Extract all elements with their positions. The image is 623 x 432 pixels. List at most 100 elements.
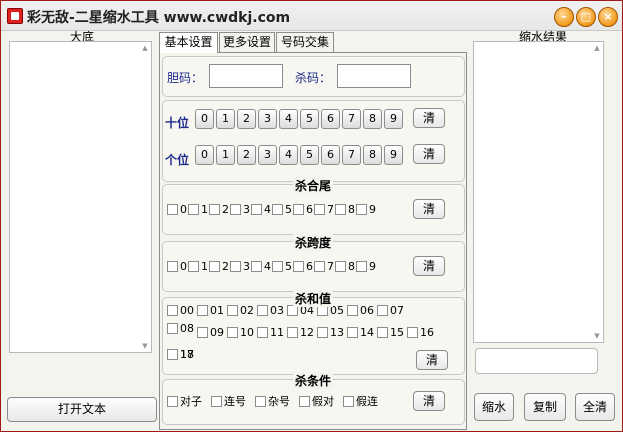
checkbox-box[interactable] bbox=[230, 261, 241, 272]
digit-button[interactable]: 4 bbox=[279, 109, 298, 129]
sum-option-checkbox[interactable]: 12 bbox=[287, 326, 314, 339]
digit-button[interactable]: 7 bbox=[342, 145, 361, 165]
sha-input[interactable] bbox=[337, 64, 411, 88]
option-checkbox[interactable]: 5 bbox=[272, 260, 292, 273]
checkbox-box[interactable] bbox=[167, 349, 178, 360]
checkbox-box[interactable] bbox=[299, 395, 310, 407]
sum-option-checkbox[interactable]: 02 bbox=[227, 304, 254, 317]
scroll-up-icon[interactable]: ▲ bbox=[140, 43, 150, 53]
option-checkbox[interactable]: 3 bbox=[230, 203, 250, 216]
option-checkbox[interactable]: 2 bbox=[209, 203, 229, 216]
checkbox-box[interactable] bbox=[377, 327, 388, 338]
checkbox-box[interactable] bbox=[167, 305, 178, 316]
digit-button[interactable]: 7 bbox=[342, 109, 361, 129]
checkbox-box[interactable] bbox=[293, 261, 304, 272]
digit-button[interactable]: 0 bbox=[195, 145, 214, 165]
result-count-field[interactable] bbox=[475, 348, 598, 374]
digit-button[interactable]: 8 bbox=[363, 145, 382, 165]
checkbox-box[interactable] bbox=[293, 204, 304, 215]
checkbox-box[interactable] bbox=[356, 261, 367, 272]
checkbox-box[interactable] bbox=[407, 327, 418, 338]
option-checkbox[interactable]: 1 bbox=[188, 260, 208, 273]
option-checkbox[interactable]: 5 bbox=[272, 203, 292, 216]
digit-button[interactable]: 3 bbox=[258, 145, 277, 165]
cond-clear-button[interactable]: 清 bbox=[413, 391, 445, 411]
option-checkbox[interactable]: 4 bbox=[251, 203, 271, 216]
checkbox-box[interactable] bbox=[227, 305, 238, 316]
option-checkbox[interactable]: 2 bbox=[209, 260, 229, 273]
sum-option-checkbox[interactable]: 06 bbox=[347, 304, 374, 317]
digit-button[interactable]: 0 bbox=[195, 109, 214, 129]
shrink-button[interactable]: 缩水 bbox=[474, 393, 514, 421]
checkbox-box[interactable] bbox=[335, 204, 346, 215]
option-checkbox[interactable]: 9 bbox=[356, 260, 376, 273]
maximize-icon[interactable]: □ bbox=[576, 7, 596, 27]
option-checkbox[interactable]: 杂号 bbox=[255, 393, 290, 409]
checkbox-box[interactable] bbox=[167, 323, 178, 334]
digit-button[interactable]: 2 bbox=[237, 145, 256, 165]
option-checkbox[interactable]: 7 bbox=[314, 203, 334, 216]
tab-basic-settings[interactable]: 基本设置 bbox=[159, 32, 218, 53]
option-checkbox[interactable]: 9 bbox=[356, 203, 376, 216]
title-bar[interactable]: 彩无敌-二星缩水工具 www.cwdkj.com – □ × bbox=[1, 1, 622, 31]
checkbox-box[interactable] bbox=[255, 395, 266, 407]
span-clear-button[interactable]: 清 bbox=[413, 256, 445, 276]
digit-button[interactable]: 1 bbox=[216, 145, 235, 165]
sum-option-checkbox[interactable]: 13 bbox=[317, 326, 344, 339]
digit-button[interactable]: 5 bbox=[300, 109, 319, 129]
checkbox-box[interactable] bbox=[272, 204, 283, 215]
checkbox-box[interactable] bbox=[257, 305, 268, 316]
sum-option-checkbox[interactable]: 15 bbox=[377, 326, 404, 339]
checkbox-box[interactable] bbox=[197, 305, 208, 316]
checkbox-box[interactable] bbox=[209, 204, 220, 215]
sum-option-checkbox[interactable]: 10 bbox=[227, 326, 254, 339]
minimize-icon[interactable]: – bbox=[554, 7, 574, 27]
tab-number-intersection[interactable]: 号码交集 bbox=[276, 32, 334, 52]
checkbox-box[interactable] bbox=[272, 261, 283, 272]
sum-option-checkbox[interactable]: 09 bbox=[197, 326, 224, 339]
sum-option-checkbox[interactable]: 00 bbox=[167, 304, 194, 317]
option-checkbox[interactable]: 假连 bbox=[343, 393, 378, 409]
digit-button[interactable]: 9 bbox=[384, 109, 403, 129]
checkbox-box[interactable] bbox=[347, 305, 358, 316]
checkbox-box[interactable] bbox=[197, 327, 208, 338]
option-checkbox[interactable]: 8 bbox=[335, 260, 355, 273]
checkbox-box[interactable] bbox=[335, 261, 346, 272]
checkbox-box[interactable] bbox=[227, 327, 238, 338]
result-scroll-up-icon[interactable]: ▲ bbox=[592, 43, 602, 53]
ten-clear-button[interactable]: 清 bbox=[413, 108, 445, 128]
option-checkbox[interactable]: 对子 bbox=[167, 393, 202, 409]
digit-button[interactable]: 8 bbox=[363, 109, 382, 129]
checkbox-box[interactable] bbox=[188, 204, 199, 215]
option-checkbox[interactable]: 0 bbox=[167, 203, 187, 216]
sum-option-checkbox[interactable]: 03 bbox=[257, 304, 284, 317]
sum-option-checkbox[interactable]: 07 bbox=[377, 304, 404, 317]
checkbox-box[interactable] bbox=[314, 204, 325, 215]
checkbox-box[interactable] bbox=[377, 305, 388, 316]
sum-option-checkbox[interactable]: 11 bbox=[257, 326, 284, 339]
one-clear-button[interactable]: 清 bbox=[413, 144, 445, 164]
sum-option-checkbox[interactable]: 16 bbox=[407, 326, 434, 339]
digit-button[interactable]: 4 bbox=[279, 145, 298, 165]
close-icon[interactable]: × bbox=[598, 7, 618, 27]
checkbox-box[interactable] bbox=[251, 204, 262, 215]
checkbox-box[interactable] bbox=[188, 261, 199, 272]
digit-button[interactable]: 6 bbox=[321, 145, 340, 165]
open-text-button[interactable]: 打开文本 bbox=[7, 397, 157, 422]
checkbox-box[interactable] bbox=[167, 395, 178, 407]
option-checkbox[interactable]: 7 bbox=[314, 260, 334, 273]
option-checkbox[interactable]: 连号 bbox=[211, 393, 246, 409]
clear-all-button[interactable]: 全清 bbox=[575, 393, 615, 421]
checkbox-box[interactable] bbox=[347, 327, 358, 338]
option-checkbox[interactable]: 1 bbox=[188, 203, 208, 216]
option-checkbox[interactable]: 6 bbox=[293, 203, 313, 216]
option-checkbox[interactable]: 0 bbox=[167, 260, 187, 273]
checkbox-box[interactable] bbox=[317, 327, 328, 338]
scroll-down-icon[interactable]: ▼ bbox=[140, 341, 150, 351]
sum-option-checkbox[interactable]: 08 bbox=[167, 322, 194, 335]
sum-option-checkbox[interactable]: 14 bbox=[347, 326, 374, 339]
digit-button[interactable]: 6 bbox=[321, 109, 340, 129]
checkbox-box[interactable] bbox=[209, 261, 220, 272]
result-scroll-down-icon[interactable]: ▼ bbox=[592, 331, 602, 341]
digit-button[interactable]: 9 bbox=[384, 145, 403, 165]
